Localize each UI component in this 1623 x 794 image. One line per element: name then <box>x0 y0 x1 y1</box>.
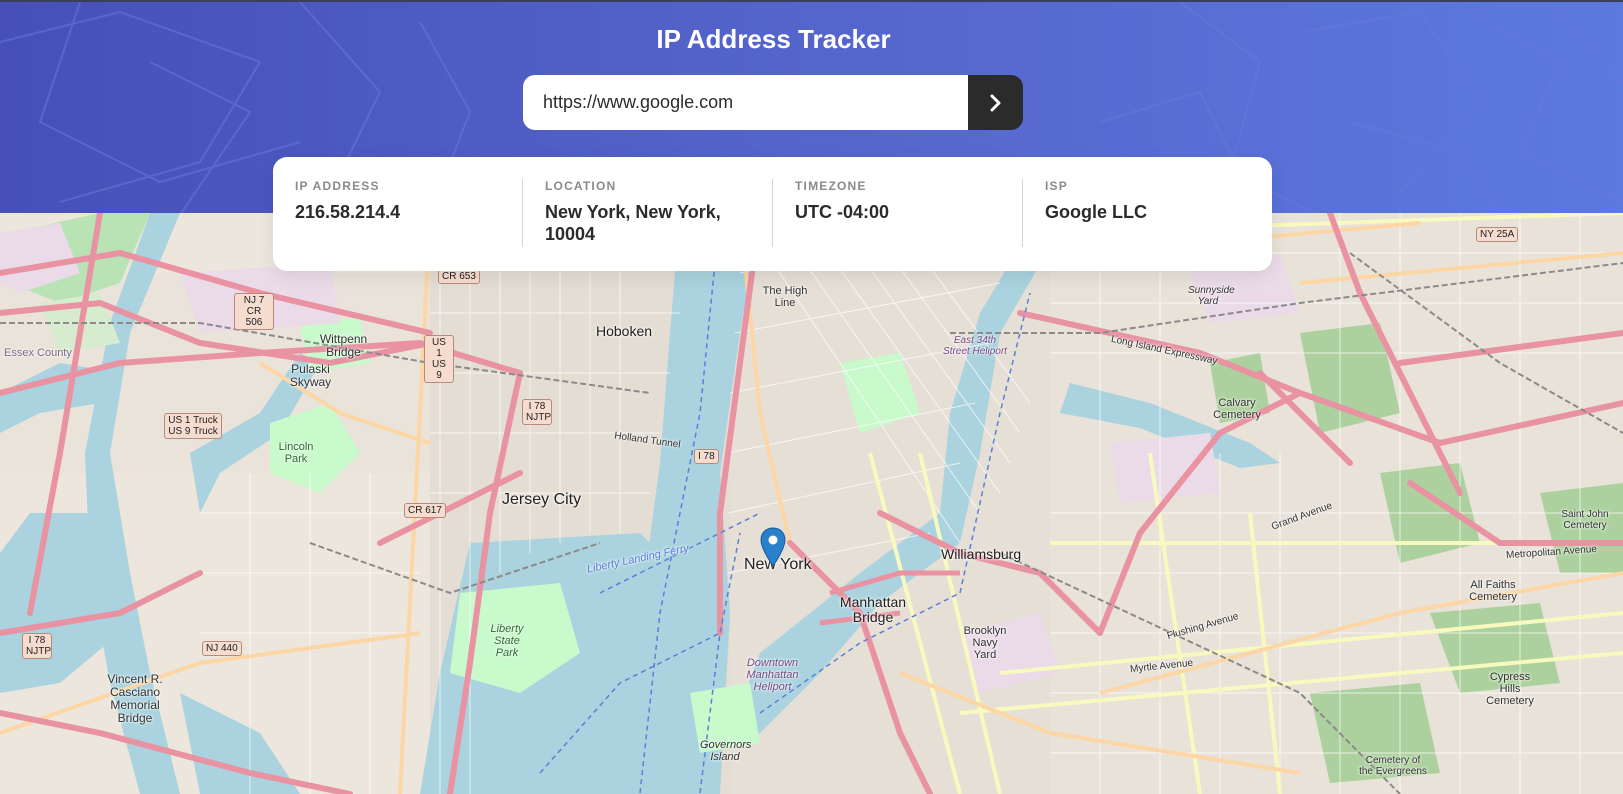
route-shield-i78-njtp: I 78 NJTP <box>522 399 552 425</box>
map-label-jersey-city: Jersey City <box>502 491 582 508</box>
ip-search-input[interactable] <box>523 75 968 130</box>
map-label-high-line: The High Line <box>762 285 808 309</box>
map-label-pulaski-skyway: Pulaski Skyway <box>289 362 332 389</box>
map-label-manhattan-bridge: Manhattan Bridge <box>839 594 907 625</box>
page-title: IP Address Tracker <box>656 24 891 54</box>
map-label-vincent-bridge: Vincent R. Casciano Memorial Bridge <box>107 672 163 725</box>
route-shield-nj7: NJ 7 CR 506 <box>234 293 274 330</box>
timezone-value: UTC -04:00 <box>795 202 890 222</box>
route-shield-nj440: NJ 440 <box>202 641 242 656</box>
map-label-wittpenn-bridge: Wittpenn Bridge <box>319 332 368 359</box>
route-shield-us1: US 1 US 9 <box>424 335 454 383</box>
map-label-all-faiths-cemetery: All Faiths Cemetery <box>1469 579 1517 603</box>
map-label-lincoln-park: Lincoln Park <box>278 441 314 465</box>
location-value: New York, New York, 10004 <box>545 202 721 244</box>
timezone-section: Timezone UTC -04:00 <box>772 179 1022 247</box>
isp-section: ISP Google LLC <box>1022 179 1272 247</box>
map-label-cypress-hills-cemetery: Cypress Hills Cemetery <box>1486 671 1534 707</box>
ip-address-label: IP Address <box>295 179 380 193</box>
timezone-label: Timezone <box>795 179 867 193</box>
map-pin-icon[interactable] <box>760 527 786 567</box>
map-label-brooklyn-navy-yard: Brooklyn Navy Yard <box>963 625 1007 661</box>
isp-label: ISP <box>1045 179 1068 193</box>
map-label-calvary-cemetery: Calvary Cemetery <box>1213 397 1261 421</box>
location-section: Location New York, New York, 10004 <box>522 179 772 247</box>
map-label-governors-island: Governors Island <box>700 739 752 763</box>
route-shield-i78: I 78 <box>694 449 719 464</box>
search-submit-button[interactable] <box>968 75 1023 130</box>
map-label-saint-john-cemetery: Saint John Cemetery <box>1561 509 1609 531</box>
ip-address-value: 216.58.214.4 <box>295 202 401 222</box>
map-label-downtown-heliport: Downtown Manhattan Heliport <box>746 657 799 693</box>
ip-info-card: IP Address 216.58.214.4 Location New Yor… <box>273 157 1272 271</box>
location-label: Location <box>545 179 617 193</box>
map[interactable]: Hoboken Jersey City New York Williamsbur… <box>0 213 1623 794</box>
route-shield-us1-truck: US 1 Truck US 9 Truck <box>164 413 222 439</box>
route-shield-cr617: CR 617 <box>404 503 446 518</box>
map-label-hoboken: Hoboken <box>596 323 653 339</box>
isp-value: Google LLC <box>1045 202 1147 222</box>
map-label-sunnyside-yard: Sunnyside Yard <box>1188 285 1235 307</box>
chevron-right-icon <box>990 94 1000 111</box>
route-shield-ny25a: NY 25A <box>1476 227 1519 242</box>
route-shield-i78-njtp-west: I 78 NJTP <box>22 633 52 659</box>
map-label-liberty-state-park: Liberty State Park <box>490 623 524 659</box>
map-label-cemetery-evergreens: Cemetery of the Evergreens <box>1359 755 1427 777</box>
map-label-essex-county: Essex County <box>4 347 72 359</box>
map-label-east-34th-heliport: East 34th Street Heliport <box>943 335 1007 357</box>
ip-address-section: IP Address 216.58.214.4 <box>273 179 522 247</box>
map-label-williamsburg: Williamsburg <box>941 546 1022 562</box>
route-shield-cr653: CR 653 <box>438 269 480 284</box>
search-bar <box>523 75 1023 130</box>
